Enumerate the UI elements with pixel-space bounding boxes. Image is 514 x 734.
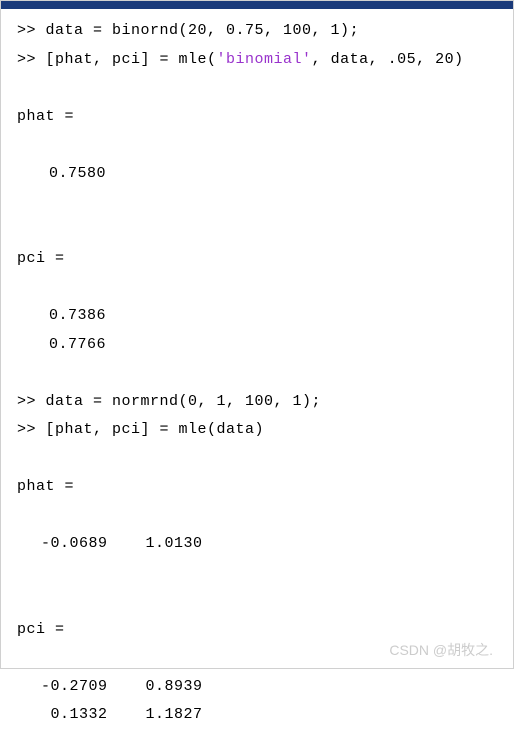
command-line: >> [phat, pci] = mle(data) — [17, 416, 509, 445]
command-line: >> data = binornd(20, 0.75, 100, 1); — [17, 17, 509, 46]
code-text: [phat, pci] = mle( — [46, 51, 217, 68]
prompt: >> — [17, 22, 46, 39]
blank-line — [17, 131, 509, 160]
prompt: >> — [17, 421, 46, 438]
blank-line — [17, 359, 509, 388]
blank-line — [17, 587, 509, 616]
blank-line — [17, 445, 509, 474]
window-title-bar — [1, 1, 513, 9]
blank-line — [17, 188, 509, 217]
output-label: phat = — [17, 103, 509, 132]
output-value: -0.0689 1.0130 — [17, 530, 509, 559]
output-value: 0.7580 — [17, 160, 509, 189]
code-text: data = normrnd(0, 1, 100, 1); — [46, 393, 322, 410]
output-value: 0.1332 1.1827 — [17, 701, 509, 730]
blank-line — [17, 559, 509, 588]
code-text: [phat, pci] = mle(data) — [46, 421, 265, 438]
output-value: -0.2709 0.8939 — [17, 673, 509, 702]
prompt: >> — [17, 51, 46, 68]
prompt: >> — [17, 393, 46, 410]
watermark-text: CSDN @胡牧之. — [389, 640, 493, 660]
code-output-area: >> data = binornd(20, 0.75, 100, 1); >> … — [1, 9, 513, 734]
output-value: 0.7386 — [17, 302, 509, 331]
output-label: pci = — [17, 245, 509, 274]
blank-line — [17, 502, 509, 531]
code-text: data = binornd(20, 0.75, 100, 1); — [46, 22, 360, 39]
blank-line — [17, 74, 509, 103]
command-line: >> data = normrnd(0, 1, 100, 1); — [17, 388, 509, 417]
blank-line — [17, 217, 509, 246]
code-text: , data, .05, 20) — [312, 51, 464, 68]
string-literal: 'binomial' — [217, 51, 312, 68]
blank-line — [17, 274, 509, 303]
command-line: >> [phat, pci] = mle('binomial', data, .… — [17, 46, 509, 75]
output-value: 0.7766 — [17, 331, 509, 360]
output-label: phat = — [17, 473, 509, 502]
